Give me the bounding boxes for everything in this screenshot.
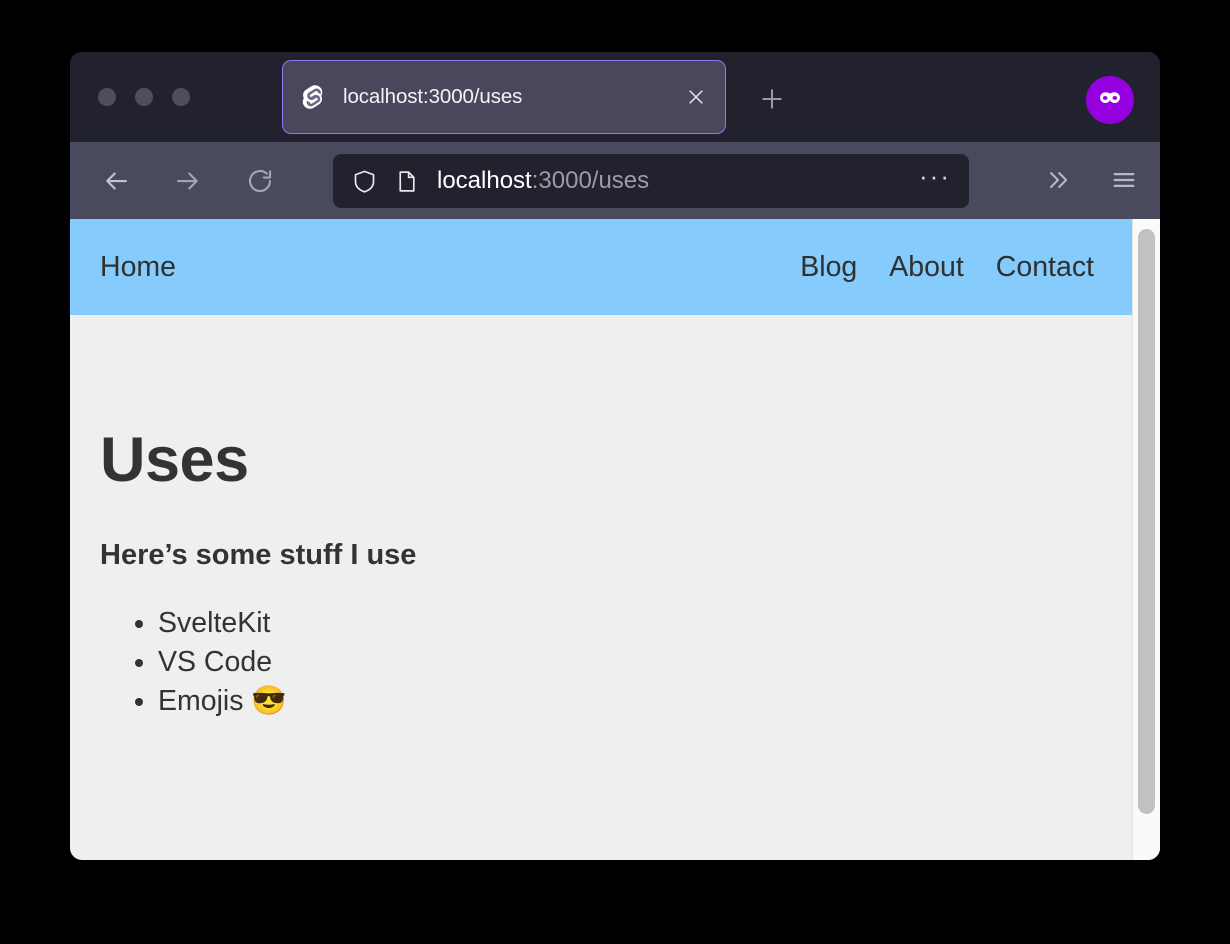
page-subtitle: Here’s some stuff I use — [100, 539, 417, 572]
screenshot-root: localhost:3000/uses localhost:3000/uses … — [0, 0, 1230, 944]
overflow-chevrons-icon[interactable] — [1034, 156, 1082, 204]
nav-link-contact[interactable]: Contact — [996, 251, 1094, 284]
back-arrow-icon[interactable] — [93, 158, 139, 204]
site-navigation-bar: Home Blog About Contact — [70, 219, 1132, 315]
svelte-logo-icon — [301, 84, 327, 110]
window-traffic-lights — [70, 88, 200, 106]
browser-toolbar: localhost:3000/uses ··· — [70, 142, 1160, 219]
url-text: localhost:3000/uses — [437, 167, 919, 195]
page-scrollbar[interactable] — [1132, 219, 1160, 860]
list-item: SvelteKit — [158, 604, 1102, 643]
nav-link-about[interactable]: About — [889, 251, 963, 284]
hamburger-menu-icon[interactable] — [1100, 156, 1148, 204]
url-host: localhost — [437, 167, 532, 194]
browser-window: localhost:3000/uses localhost:3000/uses … — [70, 52, 1160, 860]
uses-list: SvelteKit VS Code Emojis 😎 — [100, 572, 1102, 721]
tab-title: localhost:3000/uses — [343, 85, 523, 108]
browser-tab-active[interactable]: localhost:3000/uses — [282, 60, 726, 134]
page-viewport: Home Blog About Contact Uses Here’s some… — [70, 219, 1160, 860]
page-title: Uses — [100, 425, 249, 495]
new-tab-button[interactable] — [753, 80, 791, 118]
page-actions-more-icon[interactable]: ··· — [919, 163, 951, 191]
nav-link-blog[interactable]: Blog — [800, 251, 857, 284]
private-browsing-mask-icon[interactable] — [1086, 76, 1134, 124]
url-address-bar[interactable]: localhost:3000/uses ··· — [333, 154, 969, 208]
list-item: VS Code — [158, 643, 1102, 682]
minimize-window-button[interactable] — [135, 88, 153, 106]
url-path: :3000/uses — [531, 167, 650, 194]
toolbar-right-group — [1034, 156, 1148, 204]
nav-link-home[interactable]: Home — [100, 251, 176, 284]
page-scrollbar-thumb[interactable] — [1138, 229, 1155, 814]
close-tab-icon[interactable] — [683, 84, 709, 110]
page-content: Uses Here’s some stuff I use SvelteKit V… — [70, 315, 1132, 721]
site-nav-links: Blog About Contact — [800, 251, 1094, 284]
reload-icon[interactable] — [237, 158, 283, 204]
tab-strip: localhost:3000/uses — [70, 52, 1160, 142]
maximize-window-button[interactable] — [172, 88, 190, 106]
list-item: Emojis 😎 — [158, 682, 1102, 721]
forward-arrow-icon[interactable] — [165, 158, 211, 204]
page-document-icon[interactable] — [394, 169, 419, 194]
close-window-button[interactable] — [98, 88, 116, 106]
shield-icon[interactable] — [351, 168, 378, 195]
